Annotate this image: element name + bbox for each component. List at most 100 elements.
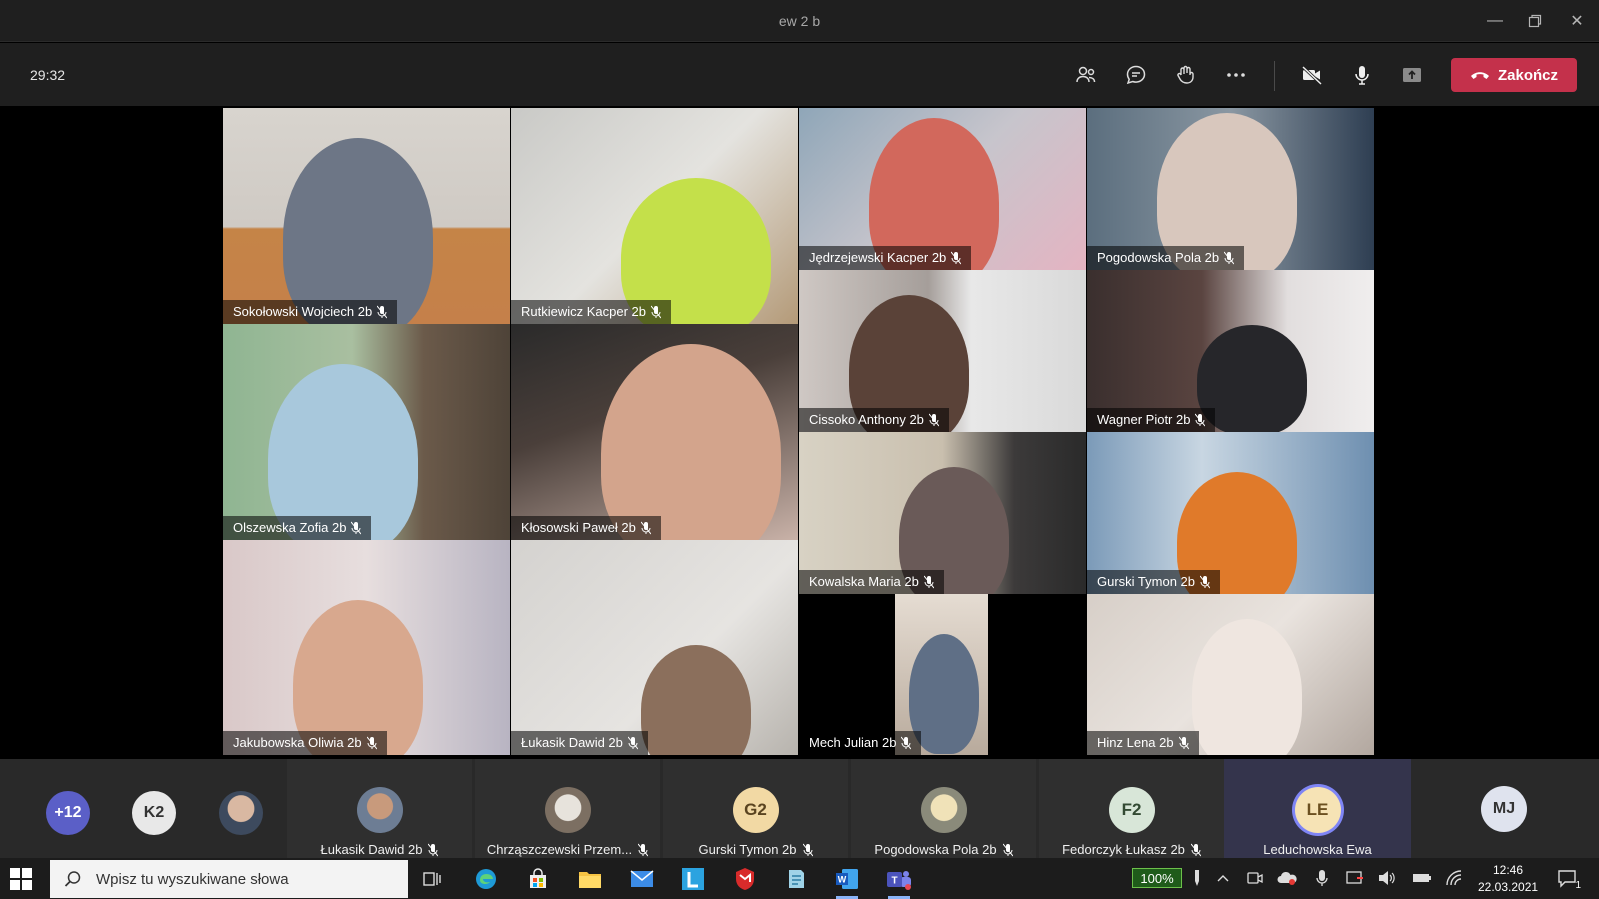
participant-tile[interactable]: F2 Fedorczyk Łukasz 2b	[1039, 759, 1224, 858]
security-tray[interactable]	[1344, 867, 1366, 889]
microphone-icon	[1316, 870, 1328, 886]
taskbar-clock[interactable]: 12:46 22.03.2021	[1478, 862, 1538, 896]
video-tile[interactable]: Mech Julian 2b	[799, 594, 1086, 755]
minimize-button[interactable]: —	[1480, 8, 1510, 34]
participant-tile[interactable]: G2 Gurski Tymon 2b	[663, 759, 848, 858]
tile-name-label: Jędrzejewski Kacper 2b	[799, 246, 972, 270]
clock-time: 12:46	[1492, 863, 1524, 877]
cloud-icon	[1277, 871, 1297, 885]
meeting-controls: 29:32 Zakończ	[0, 43, 1599, 106]
microphone-tray[interactable]	[1311, 867, 1333, 889]
wifi-tray[interactable]	[1444, 867, 1466, 889]
taskbar-file-explorer[interactable]	[575, 864, 605, 894]
leave-call-button[interactable]: Zakończ	[1451, 58, 1577, 92]
microphone-toggle-button[interactable]	[1344, 57, 1380, 93]
taskbar-mail[interactable]	[627, 864, 657, 894]
windows-start-icon[interactable]	[10, 868, 32, 890]
show-hidden-icons-button[interactable]	[1212, 867, 1234, 889]
share-tray-icon	[1403, 68, 1421, 82]
battery-indicator[interactable]: 100%	[1132, 868, 1182, 888]
mic-off-icon	[638, 843, 649, 856]
mic-off-icon	[901, 736, 912, 749]
tile-name-label: Wagner Piotr 2b	[1087, 408, 1216, 432]
mic-off-icon	[1190, 843, 1201, 856]
video-tile[interactable]: Jakubowska Oliwia 2b	[223, 540, 510, 755]
share-content-button[interactable]	[1394, 57, 1430, 93]
tile-name-label: Hinz Lena 2b	[1087, 731, 1199, 755]
taskbar-app[interactable]	[781, 864, 811, 894]
wifi-icon	[1446, 870, 1462, 886]
overflow-participants-button[interactable]: +12	[46, 791, 90, 835]
video-tile[interactable]: Kłosowski Paweł 2b	[511, 324, 798, 540]
onedrive-tray[interactable]	[1276, 867, 1298, 889]
window-title: ew 2 b	[778, 13, 821, 29]
notifications-button[interactable]: 1	[1556, 867, 1581, 891]
pen-tray-button[interactable]	[1186, 867, 1208, 889]
leave-call-label: Zakończ	[1497, 66, 1558, 84]
volume-tray[interactable]	[1376, 867, 1398, 889]
taskbar-search-box[interactable]: Wpisz tu wyszukiwane słowa	[50, 860, 408, 898]
participant-name: Leduchowska Ewa	[1263, 842, 1372, 857]
pen-icon	[1195, 870, 1199, 886]
meet-now-tray[interactable]	[1244, 867, 1266, 889]
video-tile[interactable]: Pogodowska Pola 2b	[1087, 108, 1374, 270]
tile-name-label: Łukasik Dawid 2b	[511, 731, 648, 755]
taskbar-librus-app[interactable]	[678, 864, 708, 894]
participant-tile-speaking[interactable]: LE Leduchowska Ewa	[1224, 759, 1411, 858]
video-tile[interactable]: Wagner Piotr 2b	[1087, 270, 1374, 432]
mic-off-icon	[1224, 251, 1235, 264]
video-tile[interactable]: Kowalska Maria 2b	[799, 432, 1086, 594]
taskbar-antivirus[interactable]	[730, 864, 760, 894]
video-tile[interactable]: Rutkiewicz Kacper 2b	[511, 108, 798, 324]
participant-tile[interactable]: Chrząszczewski Przem...	[475, 759, 660, 858]
shield-icon	[736, 868, 754, 890]
chat-button[interactable]	[1118, 57, 1154, 93]
participant-initials-avatar: F2	[1108, 787, 1155, 833]
meet-now-icon	[1247, 872, 1263, 884]
video-tile[interactable]: Łukasik Dawid 2b	[511, 540, 798, 755]
participant-figure	[268, 364, 418, 540]
participant-tile[interactable]: Łukasik Dawid 2b	[287, 759, 472, 858]
close-window-button[interactable]: ✕	[1562, 8, 1592, 34]
battery-tray[interactable]	[1411, 867, 1433, 889]
mic-off-icon	[640, 521, 651, 534]
video-tile[interactable]: Gurski Tymon 2b	[1087, 432, 1374, 594]
tile-name-label: Rutkiewicz Kacper 2b	[511, 300, 671, 324]
clock-date: 22.03.2021	[1478, 880, 1539, 894]
mic-off-icon	[651, 305, 661, 318]
participant-name: Chrząszczewski Przem...	[487, 842, 649, 857]
camera-toggle-button[interactable]	[1294, 57, 1330, 93]
camera-off-icon	[1301, 65, 1323, 86]
store-icon	[530, 868, 546, 888]
video-tile[interactable]: Sokołowski Wojciech 2b	[223, 108, 510, 324]
taskbar-edge[interactable]	[471, 864, 501, 894]
mic-off-icon	[377, 305, 388, 318]
chevron-up-icon	[1217, 875, 1229, 882]
taskbar-store[interactable]	[523, 864, 553, 894]
participant-tile[interactable]: Pogodowska Pola 2b	[851, 759, 1036, 858]
taskbar-word[interactable]: W	[832, 864, 862, 899]
mail-icon	[630, 870, 654, 887]
participant-avatar[interactable]: K2	[132, 791, 176, 835]
participants-button[interactable]	[1068, 57, 1104, 93]
participant-photo-avatar	[356, 787, 403, 833]
participant-photo-avatar	[544, 787, 591, 833]
speaker-icon	[1379, 871, 1395, 885]
more-icon	[1227, 73, 1245, 77]
search-icon	[64, 871, 81, 887]
taskbar-teams[interactable]: T	[884, 864, 914, 899]
video-tile[interactable]: Olszewska Zofia 2b	[223, 324, 510, 540]
tile-name-label: Kowalska Maria 2b	[799, 570, 944, 594]
task-view-button[interactable]	[418, 864, 448, 894]
participant-figure	[283, 138, 433, 324]
participant-photo-avatar[interactable]	[219, 791, 263, 835]
mic-off-icon	[1195, 413, 1206, 426]
restore-button[interactable]	[1520, 8, 1550, 34]
video-tile[interactable]: Cissoko Anthony 2b	[799, 270, 1086, 432]
self-avatar[interactable]: MJ	[1481, 786, 1527, 832]
more-actions-button[interactable]	[1218, 57, 1254, 93]
video-tile[interactable]: Jędrzejewski Kacper 2b	[799, 108, 1086, 270]
tile-name-label: Gurski Tymon 2b	[1087, 570, 1221, 594]
reactions-button[interactable]	[1168, 57, 1204, 93]
video-tile[interactable]: Hinz Lena 2b	[1087, 594, 1374, 755]
